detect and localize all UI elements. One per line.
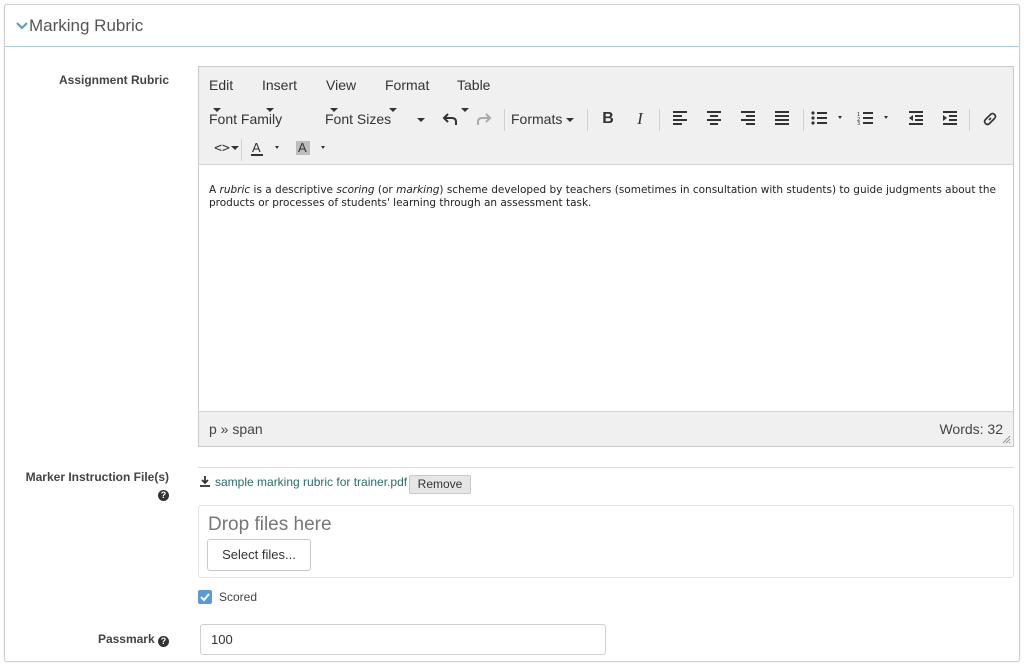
font-sizes-select[interactable]: Font Sizes bbox=[325, 105, 429, 133]
bullet-list-icon bbox=[811, 111, 842, 125]
indent-icon bbox=[943, 111, 957, 125]
editor-statusbar: p » span Words: 32 bbox=[199, 411, 1013, 446]
download-icon[interactable] bbox=[199, 475, 211, 487]
bold-icon: B bbox=[602, 110, 614, 127]
editor-toolbar-row-3: <> A A bbox=[199, 135, 1013, 165]
editor-toolbar-row: Font Family Font Sizes Formats B I 1 2 3 bbox=[199, 105, 1013, 150]
undo-button[interactable] bbox=[437, 105, 463, 133]
marking-rubric-panel: Marking Rubric Assignment Rubric Edit In… bbox=[4, 4, 1020, 662]
passmark-input[interactable] bbox=[200, 624, 606, 655]
undo-icon bbox=[442, 113, 457, 125]
bullet-list-button[interactable] bbox=[809, 105, 849, 133]
menu-edit[interactable]: Edit bbox=[209, 73, 233, 112]
editor-toolbar: Edit Insert View Format Table Font Famil… bbox=[199, 67, 1013, 165]
menu-insert[interactable]: Insert bbox=[262, 73, 297, 112]
file-dropzone[interactable]: Drop files here Select files... bbox=[198, 505, 1014, 578]
redo-button[interactable] bbox=[471, 105, 497, 133]
element-path[interactable]: p » span bbox=[209, 421, 263, 437]
text-color-button[interactable]: A bbox=[247, 135, 287, 163]
font-family-select[interactable]: Font Family bbox=[209, 105, 311, 150]
divider bbox=[198, 467, 1014, 468]
outdent-icon bbox=[909, 111, 923, 125]
outdent-button[interactable] bbox=[901, 105, 931, 133]
link-icon bbox=[983, 112, 997, 126]
justify-button[interactable] bbox=[767, 105, 797, 133]
select-files-button[interactable]: Select files... bbox=[207, 539, 311, 571]
italic-button[interactable]: I bbox=[627, 105, 653, 133]
svg-text:A: A bbox=[252, 141, 261, 155]
background-color-button[interactable]: A bbox=[293, 135, 333, 163]
marker-instruction-label: Marker Instruction File(s) ? bbox=[25, 470, 169, 501]
background-color-icon: A bbox=[296, 141, 325, 155]
drop-files-text: Drop files here bbox=[208, 514, 332, 535]
chevron-down-icon[interactable] bbox=[15, 19, 29, 33]
italic-icon: I bbox=[637, 109, 643, 128]
remove-file-button[interactable]: Remove bbox=[409, 475, 471, 494]
scored-checkbox[interactable] bbox=[198, 590, 212, 604]
section-header[interactable]: Marking Rubric bbox=[5, 5, 1019, 47]
numbered-list-icon: 123 bbox=[857, 112, 888, 125]
svg-text:A: A bbox=[298, 141, 307, 155]
word-count: Words: 32 bbox=[939, 421, 1003, 437]
menu-format[interactable]: Format bbox=[385, 73, 429, 112]
help-icon[interactable]: ? bbox=[158, 636, 169, 647]
resize-handle-icon[interactable] bbox=[1001, 434, 1011, 444]
menu-table[interactable]: Table bbox=[457, 73, 490, 112]
passmark-label: Passmark ? bbox=[45, 632, 169, 647]
source-code-icon: <> bbox=[214, 141, 230, 156]
align-center-icon bbox=[707, 111, 721, 125]
align-right-icon bbox=[741, 111, 755, 125]
section-title: Marking Rubric bbox=[29, 16, 144, 35]
indent-button[interactable] bbox=[935, 105, 965, 133]
align-center-button[interactable] bbox=[699, 105, 729, 133]
align-right-button[interactable] bbox=[733, 105, 763, 133]
rich-text-editor: Edit Insert View Format Table Font Famil… bbox=[198, 66, 1014, 447]
source-code-button[interactable]: <> bbox=[209, 135, 235, 163]
insert-link-button[interactable] bbox=[975, 105, 1005, 133]
menu-view[interactable]: View bbox=[326, 73, 356, 112]
numbered-list-button[interactable]: 123 bbox=[855, 105, 895, 133]
help-icon[interactable]: ? bbox=[158, 490, 169, 501]
justify-icon bbox=[775, 111, 789, 125]
bold-button[interactable]: B bbox=[595, 105, 621, 133]
align-left-button[interactable] bbox=[665, 105, 695, 133]
checkmark-icon bbox=[200, 593, 210, 602]
svg-text:3: 3 bbox=[857, 121, 860, 125]
scored-label: Scored bbox=[219, 590, 258, 604]
formats-select[interactable]: Formats bbox=[511, 105, 581, 133]
redo-icon bbox=[477, 113, 492, 125]
text-color-icon: A bbox=[251, 141, 279, 156]
file-link[interactable]: sample marking rubric for trainer.pdf bbox=[215, 475, 407, 489]
assignment-rubric-label: Assignment Rubric bbox=[58, 73, 169, 87]
editor-content[interactable]: A rubric is a descriptive scoring (or ma… bbox=[199, 165, 1013, 411]
align-left-icon bbox=[673, 111, 687, 125]
uploaded-file: sample marking rubric for trainer.pdf Re… bbox=[199, 475, 471, 495]
